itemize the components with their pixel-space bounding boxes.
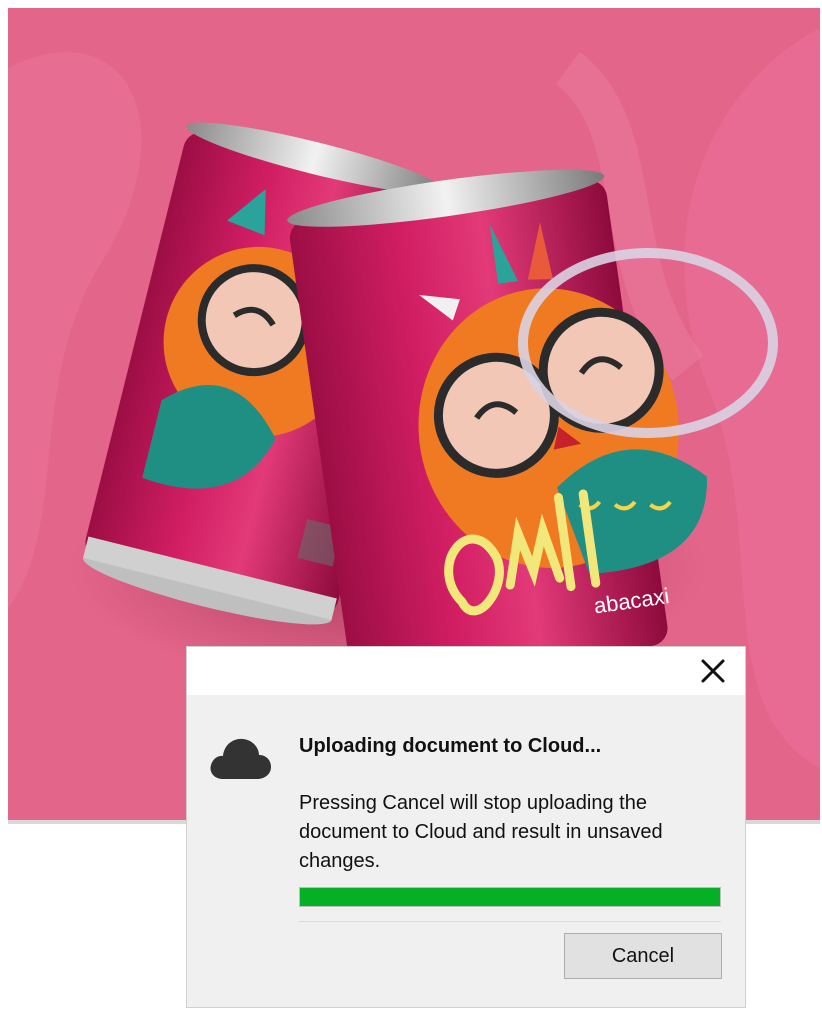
dialog-heading: Uploading document to Cloud... — [299, 735, 602, 757]
upload-progress-fill — [300, 888, 720, 906]
close-icon — [701, 659, 725, 683]
upload-progress-bar — [299, 887, 721, 907]
dialog-message: Pressing Cancel will stop uploading the … — [299, 792, 663, 872]
screen: abacaxi Uploading document to Cloud... P… — [0, 0, 822, 1011]
upload-dialog: Uploading document to Cloud... Pressing … — [186, 646, 746, 1008]
close-button[interactable] — [695, 653, 731, 689]
cancel-button[interactable]: Cancel — [564, 933, 722, 979]
dialog-titlebar — [187, 647, 745, 695]
dialog-divider — [299, 921, 721, 922]
cloud-icon — [210, 738, 271, 779]
